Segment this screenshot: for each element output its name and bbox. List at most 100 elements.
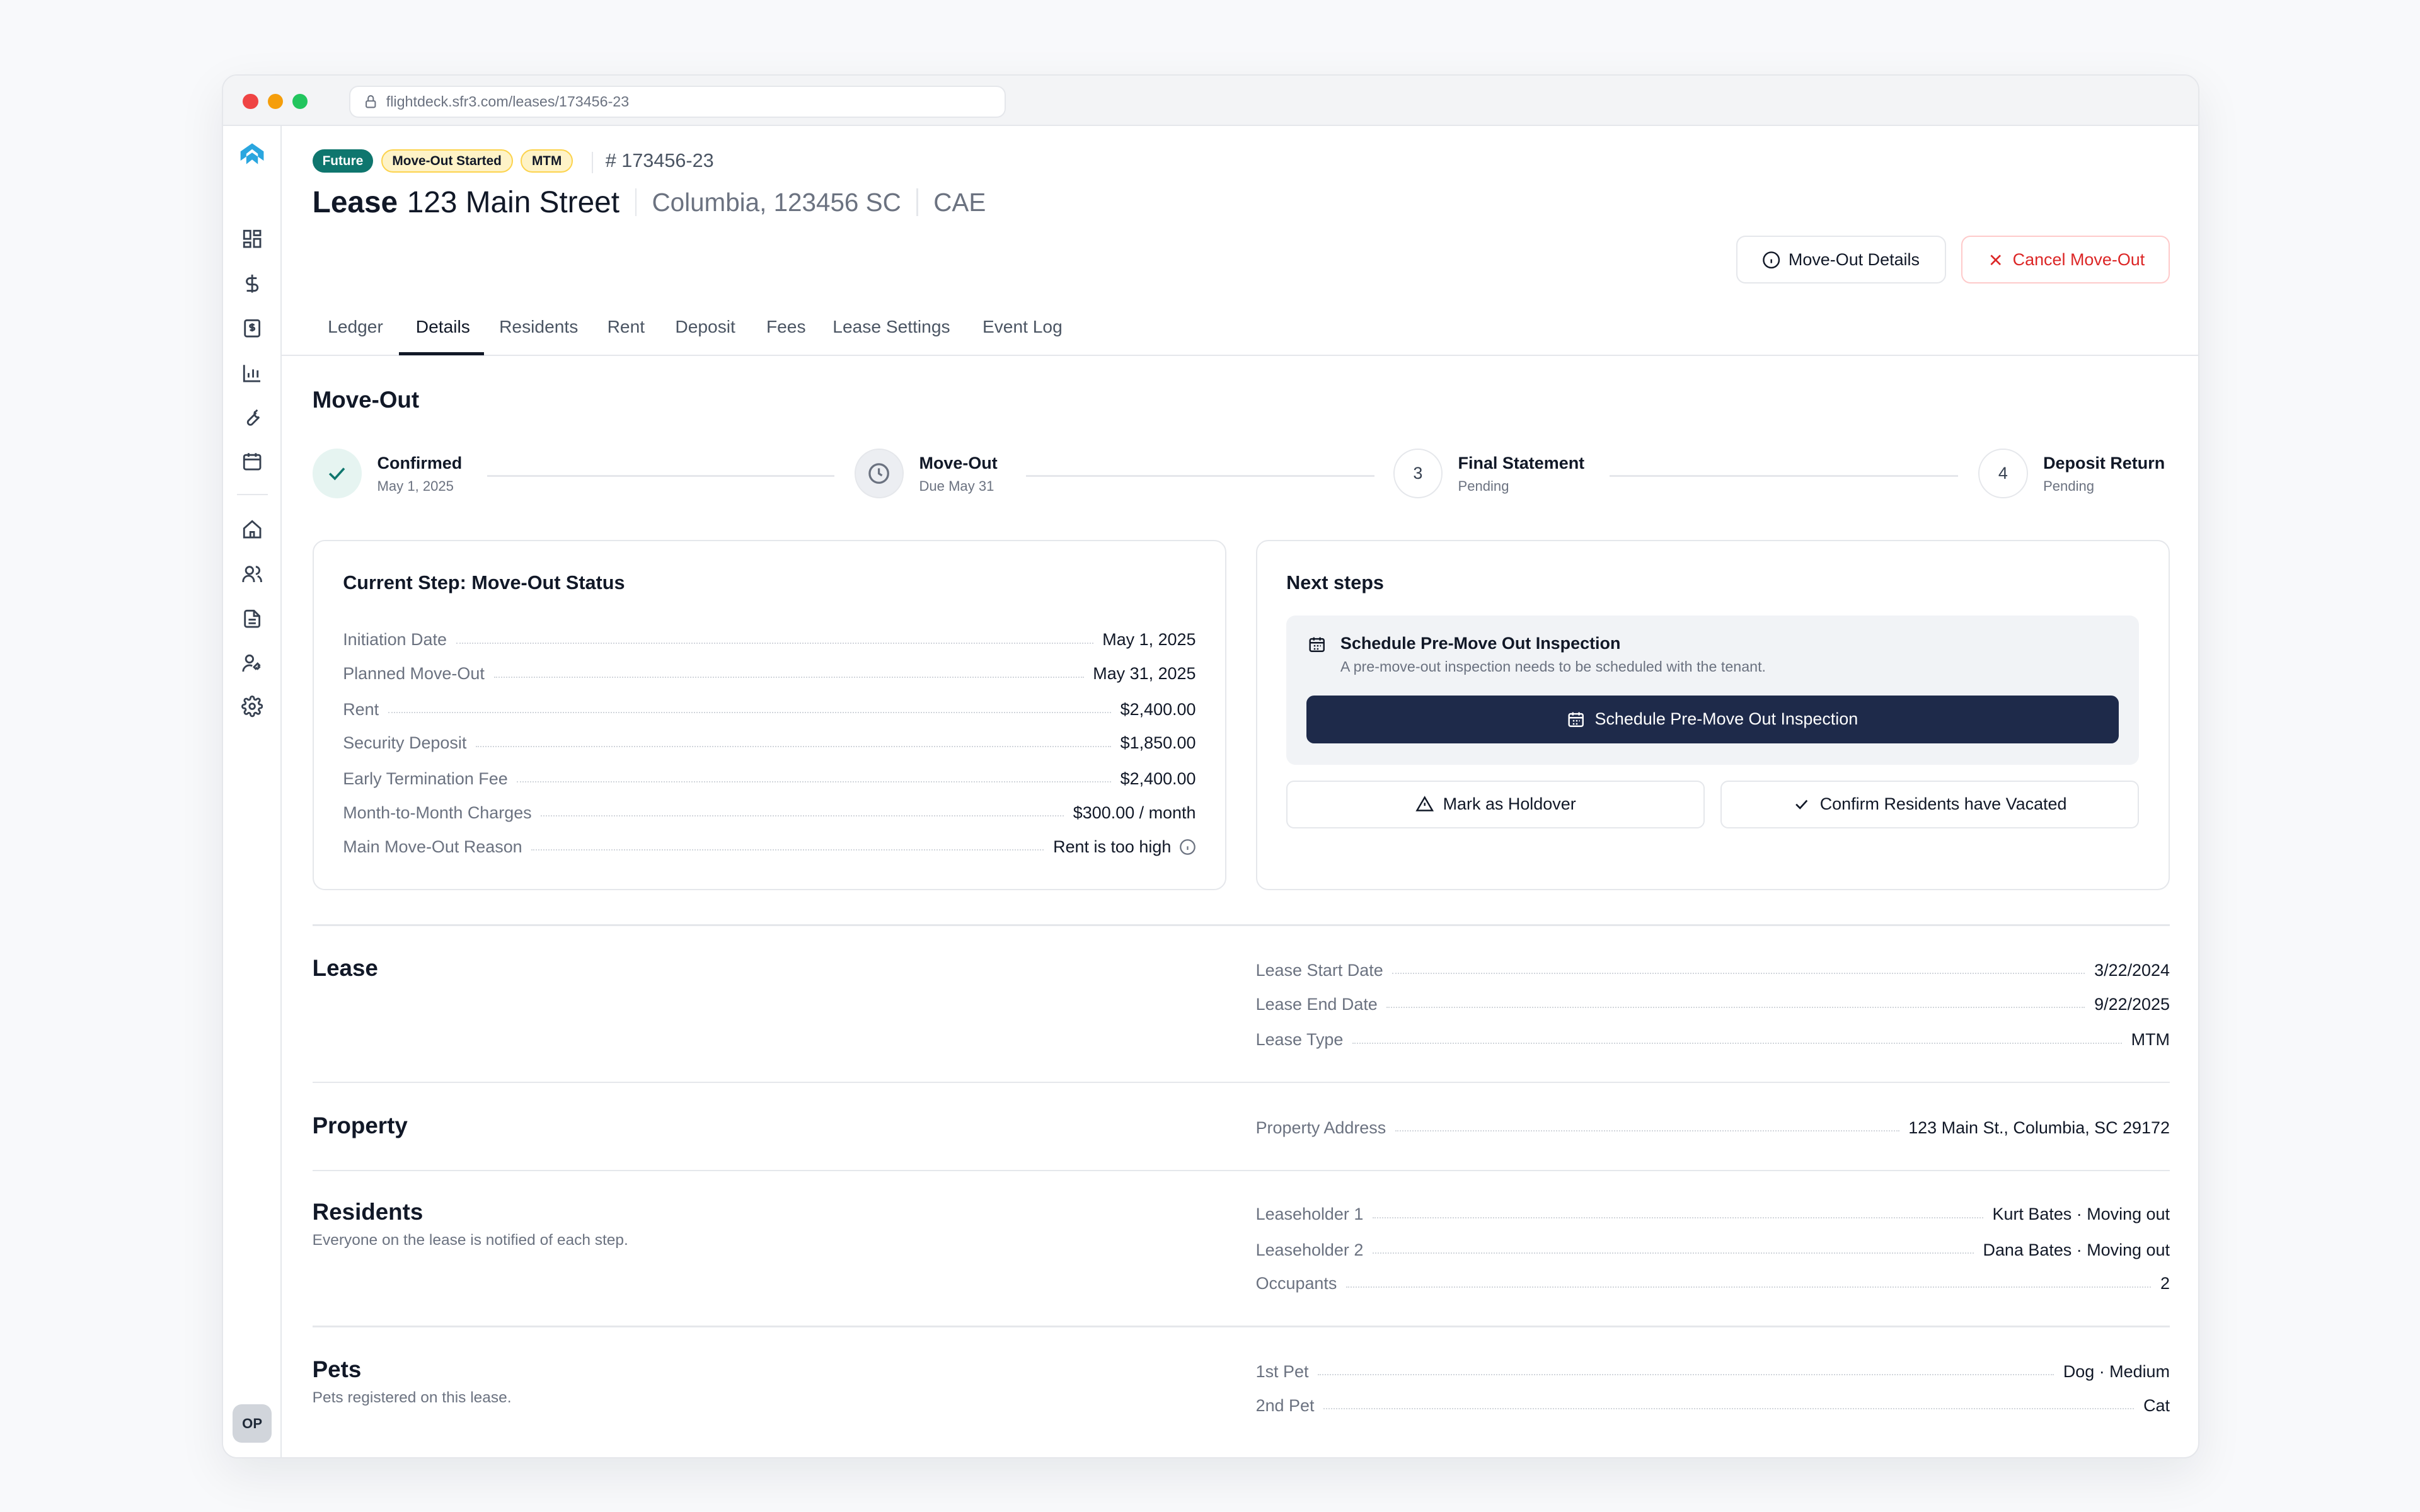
warning-icon [1415,796,1434,811]
calendar-icon[interactable] [240,449,265,473]
calendar-icon [1568,712,1584,728]
move-out-heading: Move-Out [312,387,420,413]
users-icon[interactable] [240,561,265,586]
resident-row-value: Dana Bates · Moving out [1983,1240,2170,1259]
status-row-label: Month-to-Month Charges [343,803,532,822]
step-move-out-name: Move-Out [919,453,998,472]
property-row-value: 123 Main St., Columbia, SC 29172 [1908,1118,2170,1137]
tab-residents[interactable]: Residents [499,316,578,337]
status-row: Month-to-Month Charges $300.00 / month [343,801,1196,825]
status-row-value: $1,850.00 [1120,733,1196,753]
check-icon [329,467,345,481]
mark-as-holdover-label: Mark as Holdover [1443,794,1576,814]
step-deposit-return-name: Deposit Return [2043,453,2165,472]
task-description: A pre-move-out inspection needs to be sc… [1340,658,1766,675]
tab-details[interactable]: Details [416,316,470,337]
next-steps-card: Next steps Schedule Pre-Move Out Inspect… [1255,540,2170,891]
status-row-label: Security Deposit [343,733,467,753]
step-move-out-indicator [854,449,904,498]
resident-row-value: Kurt Bates · Moving out [1992,1205,2170,1224]
tab-deposit[interactable]: Deposit [675,316,735,337]
mark-as-holdover-button[interactable]: Mark as Holdover [1286,780,1705,828]
status-row: Rent $2,400.00 [343,697,1196,721]
confirm-vacated-button[interactable]: Confirm Residents have Vacated [1720,780,2139,828]
step-confirmed-indicator [312,449,362,498]
logo-icon[interactable] [238,140,266,168]
main-content: Future Move-Out Started MTM # 173456-23 … [281,126,2198,1457]
receipt-icon[interactable] [240,316,265,341]
title-city: Columbia, 123456 SC [652,187,901,217]
status-row: Initiation Date May 1, 2025 [343,627,1196,652]
pet-row-value: Dog · Medium [2063,1362,2170,1382]
calendar-icon [1309,638,1325,653]
status-row-value: $2,400.00 [1120,699,1196,719]
dollar-icon[interactable] [240,272,265,296]
status-row: Planned Move-Out May 31, 2025 [343,662,1196,686]
maximize-window-button[interactable] [292,93,308,110]
title-separator [635,188,637,217]
address-bar[interactable]: flightdeck.sfr3.com/leases/173456-23 [349,85,1006,118]
step-final-statement-indicator: 3 [1393,449,1443,498]
property-row: Property Address 123 Main St., Columbia,… [1256,1116,2170,1140]
clock-icon [868,463,890,484]
status-row-label: Main Move-Out Reason [343,837,522,856]
step-final-statement-name: Final Statement [1458,453,1585,472]
document-icon[interactable] [240,606,265,631]
cancel-move-out-button[interactable]: Cancel Move-Out [1961,236,2170,284]
resident-row: Occupants 2 [1256,1271,2170,1296]
next-step-task: Schedule Pre-Move Out Inspection A pre-m… [1286,615,2139,765]
move-out-status-card: Current Step: Move-Out Status Initiation… [312,540,1227,891]
move-out-details-button[interactable]: Move-Out Details [1736,236,1946,284]
status-row-label: Early Termination Fee [343,769,508,788]
tab-fees[interactable]: Fees [766,316,806,337]
lease-row-value: 3/22/2024 [2094,961,2170,980]
status-row: Early Termination Fee $2,400.00 [343,767,1196,791]
resident-row-label: Leaseholder 1 [1255,1205,1364,1224]
section-divider [312,1326,2170,1327]
lease-badges: Future Move-Out Started MTM # 173456-23 [312,149,714,173]
schedule-inspection-label: Schedule Pre-Move Out Inspection [1594,709,1858,729]
step-confirmed-meta: May 1, 2025 [377,478,454,495]
move-out-reason-value: Rent is too high [1053,837,1172,856]
status-badge-move-out-started: Move-Out Started [381,149,513,173]
status-row: Security Deposit $1,850.00 [343,731,1196,755]
bar-chart-icon[interactable] [240,361,265,386]
status-card-title: Current Step: Move-Out Status [343,572,625,594]
tab-event-log[interactable]: Event Log [982,316,1063,337]
lease-row: Lease End Date 9/22/2025 [1256,992,2170,1017]
status-row-label: Rent [343,699,379,719]
step-connector [1609,475,1959,477]
user-avatar[interactable]: OP [233,1404,272,1443]
resident-row: Leaseholder 1 Kurt Bates · Moving out [1256,1202,2170,1227]
status-row-label: Planned Move-Out [343,664,485,684]
dashboard-icon[interactable] [240,227,265,251]
section-divider [312,1169,2170,1172]
home-icon[interactable] [240,517,265,541]
tab-bar: Ledger Details Residents Rent Deposit Fe… [281,307,2198,357]
minimize-window-button[interactable] [267,93,284,110]
browser-window: flightdeck.sfr3.com/leases/173456-23 OP … [221,74,2199,1459]
lease-number: # 173456-23 [605,150,714,172]
step-confirmed-name: Confirmed [377,453,463,472]
lease-row-label: Lease Start Date [1255,961,1383,980]
status-row: Main Move-Out Reason Rent is too high [343,835,1196,859]
gear-icon[interactable] [240,694,265,719]
lease-section-title: Lease [312,955,378,982]
move-out-details-label: Move-Out Details [1788,249,1920,269]
tab-lease-settings[interactable]: Lease Settings [833,316,950,337]
tab-rent[interactable]: Rent [608,316,645,337]
lease-row-label: Lease Type [1255,1030,1344,1050]
tab-ledger[interactable]: Ledger [328,316,383,337]
title-address: 123 Main Street [406,185,619,219]
status-row-value: May 1, 2025 [1102,630,1196,650]
close-window-button[interactable] [243,93,258,110]
wrench-icon[interactable] [240,406,265,430]
schedule-inspection-button[interactable]: Schedule Pre-Move Out Inspection [1306,696,2119,743]
info-icon[interactable] [1179,839,1196,856]
user-key-icon[interactable] [240,651,265,675]
title-prefix: Lease [312,185,398,219]
section-divider [312,1081,2170,1084]
task-title: Schedule Pre-Move Out Inspection [1340,634,1621,653]
active-tab-indicator [398,352,484,356]
browser-titlebar: flightdeck.sfr3.com/leases/173456-23 [222,75,2198,127]
